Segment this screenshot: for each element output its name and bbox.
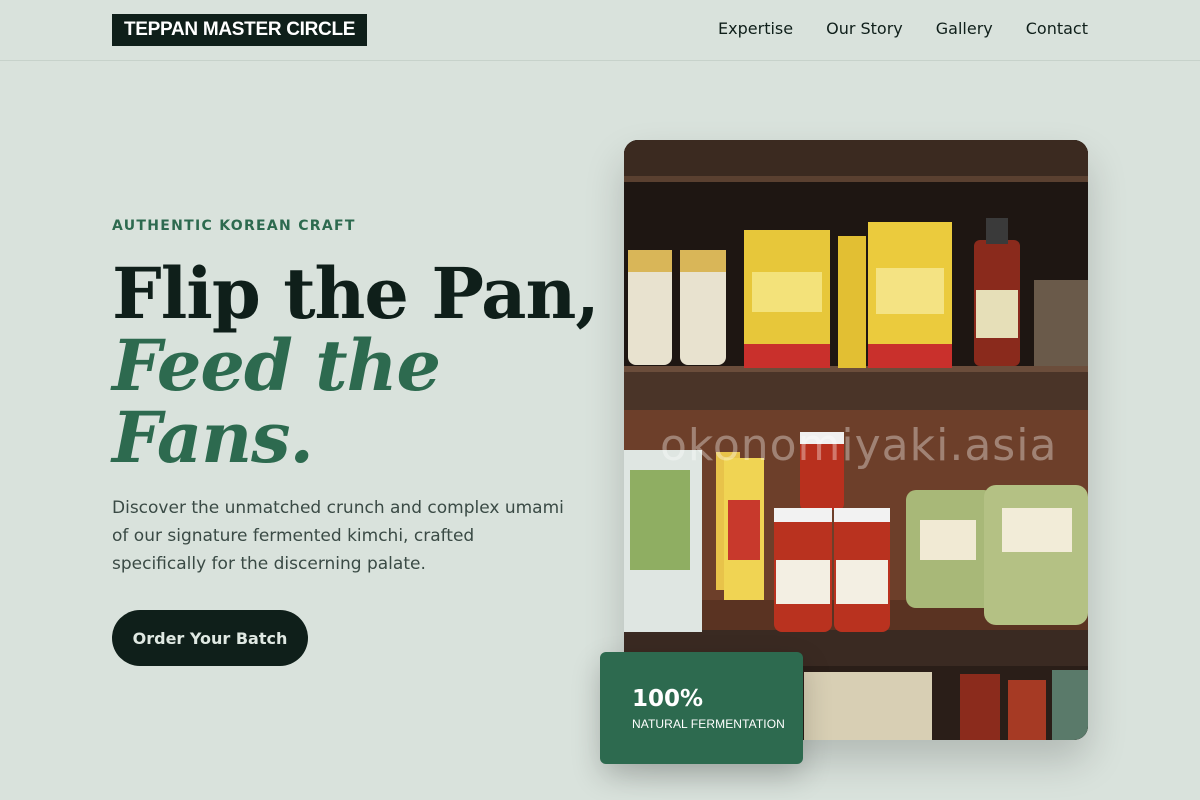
site-header: TEPPAN MASTER CIRCLE Expertise Our Story… (0, 0, 1200, 61)
image-watermark: okonomiyaki.asia (660, 420, 1058, 471)
hero-headline: Flip the Pan, Feed the Fans. (112, 252, 600, 479)
nav-link-our-story[interactable]: Our Story (826, 18, 903, 40)
order-batch-button[interactable]: Order Your Batch (112, 610, 308, 666)
nav-link-expertise[interactable]: Expertise (718, 18, 793, 40)
headline-line-2: Feed the (112, 324, 441, 407)
site-logo[interactable]: TEPPAN MASTER CIRCLE (112, 14, 368, 46)
hero-eyebrow: AUTHENTIC KOREAN CRAFT (112, 218, 356, 234)
hero-description: Discover the unmatched crunch and comple… (112, 498, 564, 574)
nav-link-contact[interactable]: Contact (1026, 18, 1088, 40)
stat-label: NATURAL FERMENTATION (632, 717, 785, 731)
main-nav: Expertise Our Story Gallery Contact (718, 18, 1088, 40)
headline-line-1: Flip the Pan, (112, 252, 600, 335)
nav-link-gallery[interactable]: Gallery (936, 18, 993, 40)
headline-line-3: Fans. (112, 396, 314, 479)
stat-card: 100% NATURAL FERMENTATION (600, 652, 803, 764)
stat-value: 100% (632, 686, 704, 712)
